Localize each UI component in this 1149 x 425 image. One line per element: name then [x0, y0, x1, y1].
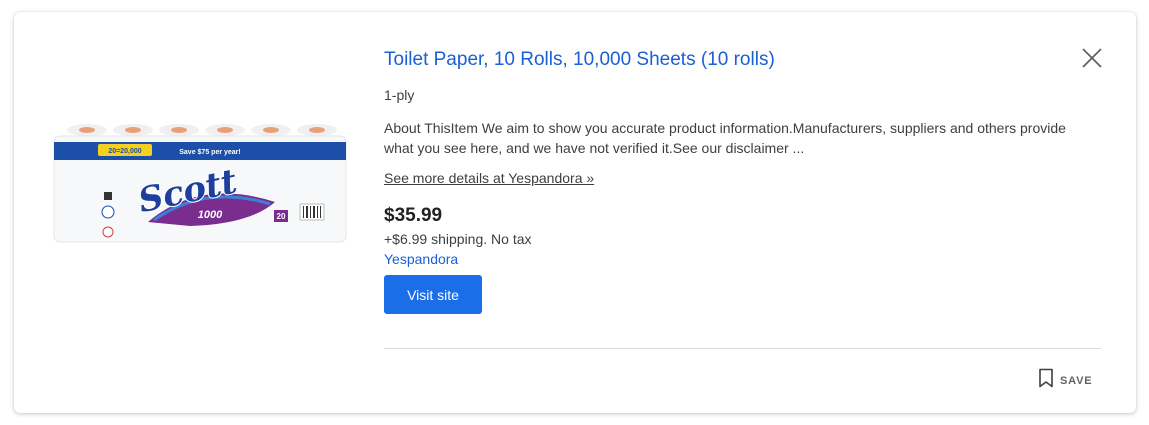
shipping-info: +$6.99 shipping. No tax — [384, 231, 532, 247]
bookmark-icon — [1038, 368, 1054, 393]
product-description: About ThisItem We aim to show you accura… — [384, 120, 1066, 156]
count-badge: 1000 — [198, 209, 223, 221]
divider — [384, 348, 1101, 349]
product-title-link[interactable]: Toilet Paper, 10 Rolls, 10,000 Sheets (1… — [384, 48, 775, 72]
roll-tops — [67, 124, 337, 136]
product-price: $35.99 — [384, 205, 443, 226]
banner-text: 20=20,000 — [108, 148, 141, 155]
product-subtitle: 1-ply — [384, 87, 415, 103]
product-image[interactable]: 20=20,000 Save $75 per year! Scott 1000 … — [50, 120, 350, 244]
promo-text: Save $75 per year! — [179, 149, 241, 156]
see-more-details-link[interactable]: See more details at Yespandora » — [384, 170, 594, 186]
save-button[interactable]: SAVE — [1038, 368, 1092, 393]
barcode — [299, 203, 325, 221]
close-icon[interactable] — [1080, 46, 1104, 70]
product-info: Toilet Paper, 10 Rolls, 10,000 Sheets (1… — [384, 48, 1104, 314]
save-label: SAVE — [1060, 374, 1093, 387]
roll-badge: 20 — [277, 212, 286, 221]
product-card: 20=20,000 Save $75 per year! Scott 1000 … — [14, 12, 1136, 413]
visit-site-button[interactable]: Visit site — [384, 275, 482, 314]
seller-link[interactable]: Yespandora — [384, 250, 458, 268]
